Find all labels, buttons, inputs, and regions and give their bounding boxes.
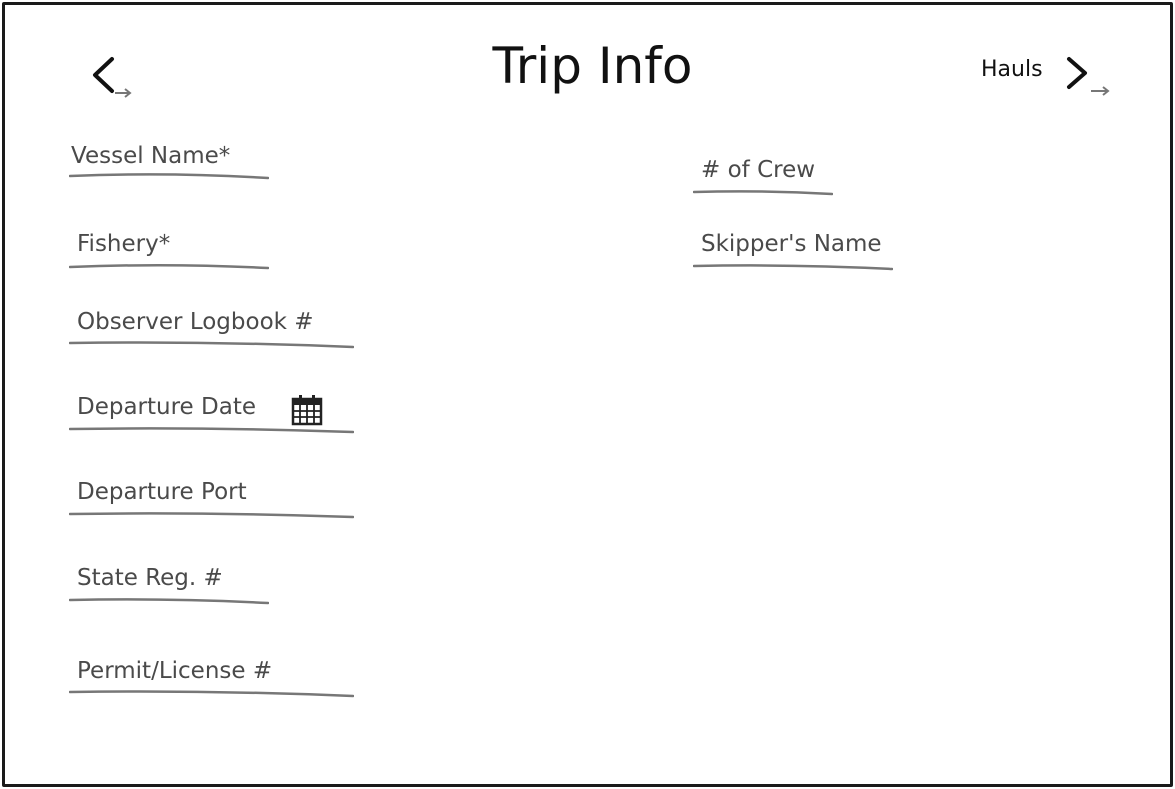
next-hauls-button[interactable]: Hauls	[975, 53, 1115, 113]
field-label: Permit/License #	[77, 658, 273, 684]
field-underline	[69, 598, 269, 605]
calendar-icon[interactable]	[291, 394, 323, 426]
field-label: Fishery*	[77, 231, 171, 257]
field-underline	[69, 512, 354, 519]
fishery-field[interactable]: Fishery*	[69, 231, 269, 271]
field-underline	[69, 173, 269, 180]
next-label: Hauls	[981, 57, 1043, 82]
field-label: Departure Port	[77, 479, 247, 505]
chevron-right-icon	[1067, 57, 1110, 96]
vessel-name-field[interactable]: Vessel Name*	[69, 143, 269, 183]
field-label: State Reg. #	[77, 565, 223, 591]
field-underline	[69, 341, 354, 349]
field-underline	[69, 427, 354, 434]
crew-count-field[interactable]: # of Crew	[693, 157, 833, 199]
field-underline	[69, 690, 354, 698]
app-window: Trip Info Hauls Vessel Name* Fishery* Ob…	[2, 2, 1173, 787]
field-label: Observer Logbook #	[77, 309, 314, 335]
field-underline	[69, 263, 269, 270]
skipper-name-field[interactable]: Skipper's Name	[693, 231, 893, 273]
departure-port-field[interactable]: Departure Port	[69, 479, 354, 521]
field-label: Departure Date	[77, 394, 256, 420]
field-label: Vessel Name*	[71, 143, 231, 169]
field-underline	[693, 190, 833, 196]
field-label: Skipper's Name	[701, 231, 882, 257]
departure-date-field[interactable]: Departure Date	[69, 394, 354, 436]
state-reg-field[interactable]: State Reg. #	[69, 565, 269, 607]
observer-logbook-field[interactable]: Observer Logbook #	[69, 309, 354, 349]
field-label: # of Crew	[701, 157, 816, 183]
permit-license-field[interactable]: Permit/License #	[69, 658, 354, 700]
field-underline	[693, 264, 893, 271]
